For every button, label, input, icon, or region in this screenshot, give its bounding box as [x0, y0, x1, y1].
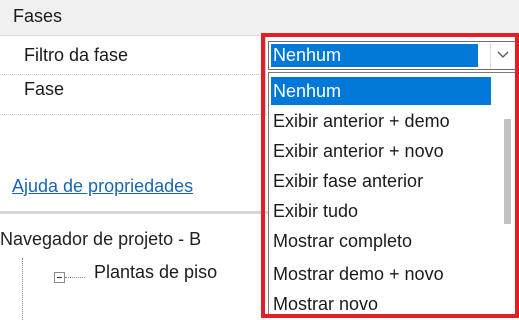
phase-filter-combobox[interactable]: Nenhum	[268, 41, 516, 70]
project-browser-title: Navegador de projeto - B	[0, 229, 202, 249]
section-header-fases[interactable]: Fases	[0, 0, 519, 36]
dropdown-option-mostrar-novo[interactable]: Mostrar novo	[271, 290, 491, 318]
dropdown-option-exibir-anterior-novo[interactable]: Exibir anterior + novo	[271, 137, 491, 165]
phase-filter-dropdown-list[interactable]: Nenhum Exibir anterior + demo Exibir ant…	[268, 72, 516, 316]
dropdown-scrollbar[interactable]	[501, 77, 513, 313]
combobox-selected-value[interactable]: Nenhum	[271, 44, 478, 67]
help-link-propriedades[interactable]: Ajuda de propriedades	[12, 176, 193, 197]
dropdown-option-mostrar-demo-novo[interactable]: Mostrar demo + novo	[271, 260, 491, 288]
dropdown-option-exibir-fase-anterior[interactable]: Exibir fase anterior	[271, 167, 491, 195]
scrollbar-thumb[interactable]	[504, 119, 511, 224]
dropdown-option-exibir-anterior-demo[interactable]: Exibir anterior + demo	[271, 107, 491, 135]
tree-item-plantas-de-piso[interactable]: Plantas de piso	[94, 262, 217, 283]
dropdown-button[interactable]	[490, 43, 514, 68]
section-title: Fases	[13, 6, 63, 26]
chevron-down-icon	[497, 51, 509, 58]
property-label-fase: Fase	[24, 79, 65, 99]
tree-connector-line	[65, 277, 85, 278]
property-label-filtro-da-fase: Filtro da fase	[24, 45, 129, 65]
dropdown-option-mostrar-completo[interactable]: Mostrar completo	[271, 227, 491, 255]
column-divider	[265, 36, 266, 116]
collapse-icon[interactable]	[54, 272, 65, 283]
dropdown-option-nenhum[interactable]: Nenhum	[271, 77, 491, 105]
tree-guide-line	[22, 258, 23, 320]
dropdown-option-exibir-tudo[interactable]: Exibir tudo	[271, 197, 491, 225]
